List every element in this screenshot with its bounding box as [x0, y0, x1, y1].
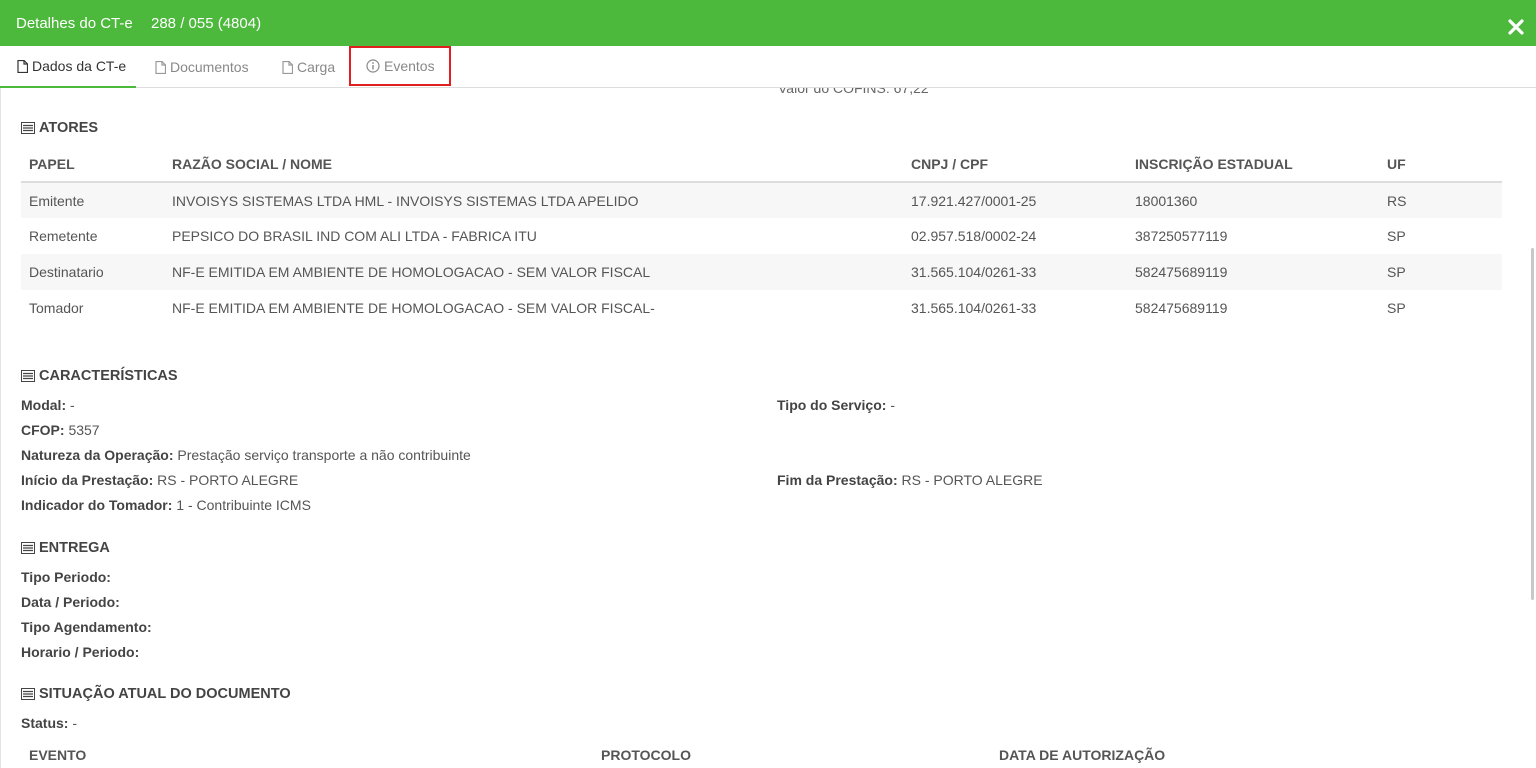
column-header: CNPJ / CPF: [903, 146, 1127, 183]
tab-label: Documentos: [170, 59, 249, 75]
table-header-row: PAPEL RAZÃO SOCIAL / NOME CNPJ / CPF INS…: [21, 146, 1502, 183]
field-tipo-servico: Tipo do Serviço: -: [777, 397, 895, 413]
tab-carga[interactable]: Carga: [282, 46, 335, 88]
close-icon[interactable]: [1508, 19, 1524, 35]
section-atores-title: ATORES: [21, 120, 98, 136]
tab-documentos[interactable]: Documentos: [155, 46, 249, 88]
document-icon: [282, 60, 293, 74]
document-icon: [17, 59, 28, 73]
section-entrega-title: ENTREGA: [21, 540, 110, 556]
eventos-table: EVENTO PROTOCOLO DATA DE AUTORIZAÇÃO: [21, 737, 1502, 768]
list-icon: [21, 122, 35, 134]
list-icon: [21, 542, 35, 554]
modal-body[interactable]: Valor do COFINS: 67,22 ATORES PAPEL RAZÃ…: [0, 88, 1536, 768]
tab-dados-cte[interactable]: Dados da CT-e: [0, 46, 136, 88]
table-row: Destinatario NF-E EMITIDA EM AMBIENTE DE …: [21, 254, 1502, 290]
field-modal: Modal: -: [21, 397, 75, 413]
column-header: EVENTO: [21, 737, 593, 768]
field-indicador-tomador: Indicador do Tomador: 1 - Contribuinte I…: [21, 497, 311, 513]
atores-table: PAPEL RAZÃO SOCIAL / NOME CNPJ / CPF INS…: [21, 146, 1502, 326]
column-header: RAZÃO SOCIAL / NOME: [164, 146, 903, 183]
modal-header: Detalhes do CT-e 288 / 055 (4804): [0, 0, 1536, 46]
section-situacao-title: SITUAÇÃO ATUAL DO DOCUMENTO: [21, 686, 291, 702]
field-natureza-operacao: Natureza da Operação: Prestação serviço …: [21, 447, 471, 463]
section-caracteristicas-title: CARACTERÍSTICAS: [21, 368, 178, 384]
field-fim-prestacao: Fim da Prestação: RS - PORTO ALEGRE: [777, 472, 1043, 488]
tab-label: Carga: [297, 59, 336, 75]
column-header: PROTOCOLO: [593, 737, 991, 768]
tab-label: Eventos: [384, 58, 435, 74]
field-horario-periodo: Horario / Periodo:: [21, 644, 140, 660]
scrollbar-thumb[interactable]: [1531, 248, 1534, 600]
modal-title: Detalhes do CT-e: [16, 15, 133, 32]
field-status: Status: -: [21, 715, 78, 731]
tab-label: Dados da CT-e: [32, 58, 127, 74]
column-header: UF: [1379, 146, 1502, 183]
cofins-value: Valor do COFINS: 67,22: [778, 88, 929, 96]
tab-eventos[interactable]: Eventos: [349, 46, 451, 86]
field-inicio-prestacao: Início da Prestação: RS - PORTO ALEGRE: [21, 472, 299, 488]
table-row: Remetente PEPSICO DO BRASIL IND COM ALI L…: [29, 228, 1406, 244]
field-cfop: CFOP: 5357: [21, 422, 100, 438]
field-data-periodo: Data / Periodo:: [21, 594, 120, 610]
list-icon: [21, 688, 35, 700]
info-icon: [366, 59, 380, 73]
column-header: INSCRIÇÃO ESTADUAL: [1127, 146, 1379, 183]
field-tipo-periodo: Tipo Periodo:: [21, 569, 111, 585]
table-row: Tomador NF-E EMITIDA EM AMBIENTE DE HOMOL…: [29, 300, 1406, 316]
field-tipo-agendamento: Tipo Agendamento:: [21, 619, 152, 635]
column-header: PAPEL: [21, 146, 164, 183]
table-row: Emitente INVOISYS SISTEMAS LTDA HML - INV…: [21, 182, 1502, 218]
column-header: DATA DE AUTORIZAÇÃO: [991, 737, 1502, 768]
document-icon: [155, 60, 166, 74]
table-header-row: EVENTO PROTOCOLO DATA DE AUTORIZAÇÃO: [21, 737, 1502, 768]
tab-bar: Dados da CT-e Documentos Carga Eventos: [0, 46, 1536, 88]
list-icon: [21, 370, 35, 382]
document-number: 288 / 055 (4804): [151, 15, 262, 32]
